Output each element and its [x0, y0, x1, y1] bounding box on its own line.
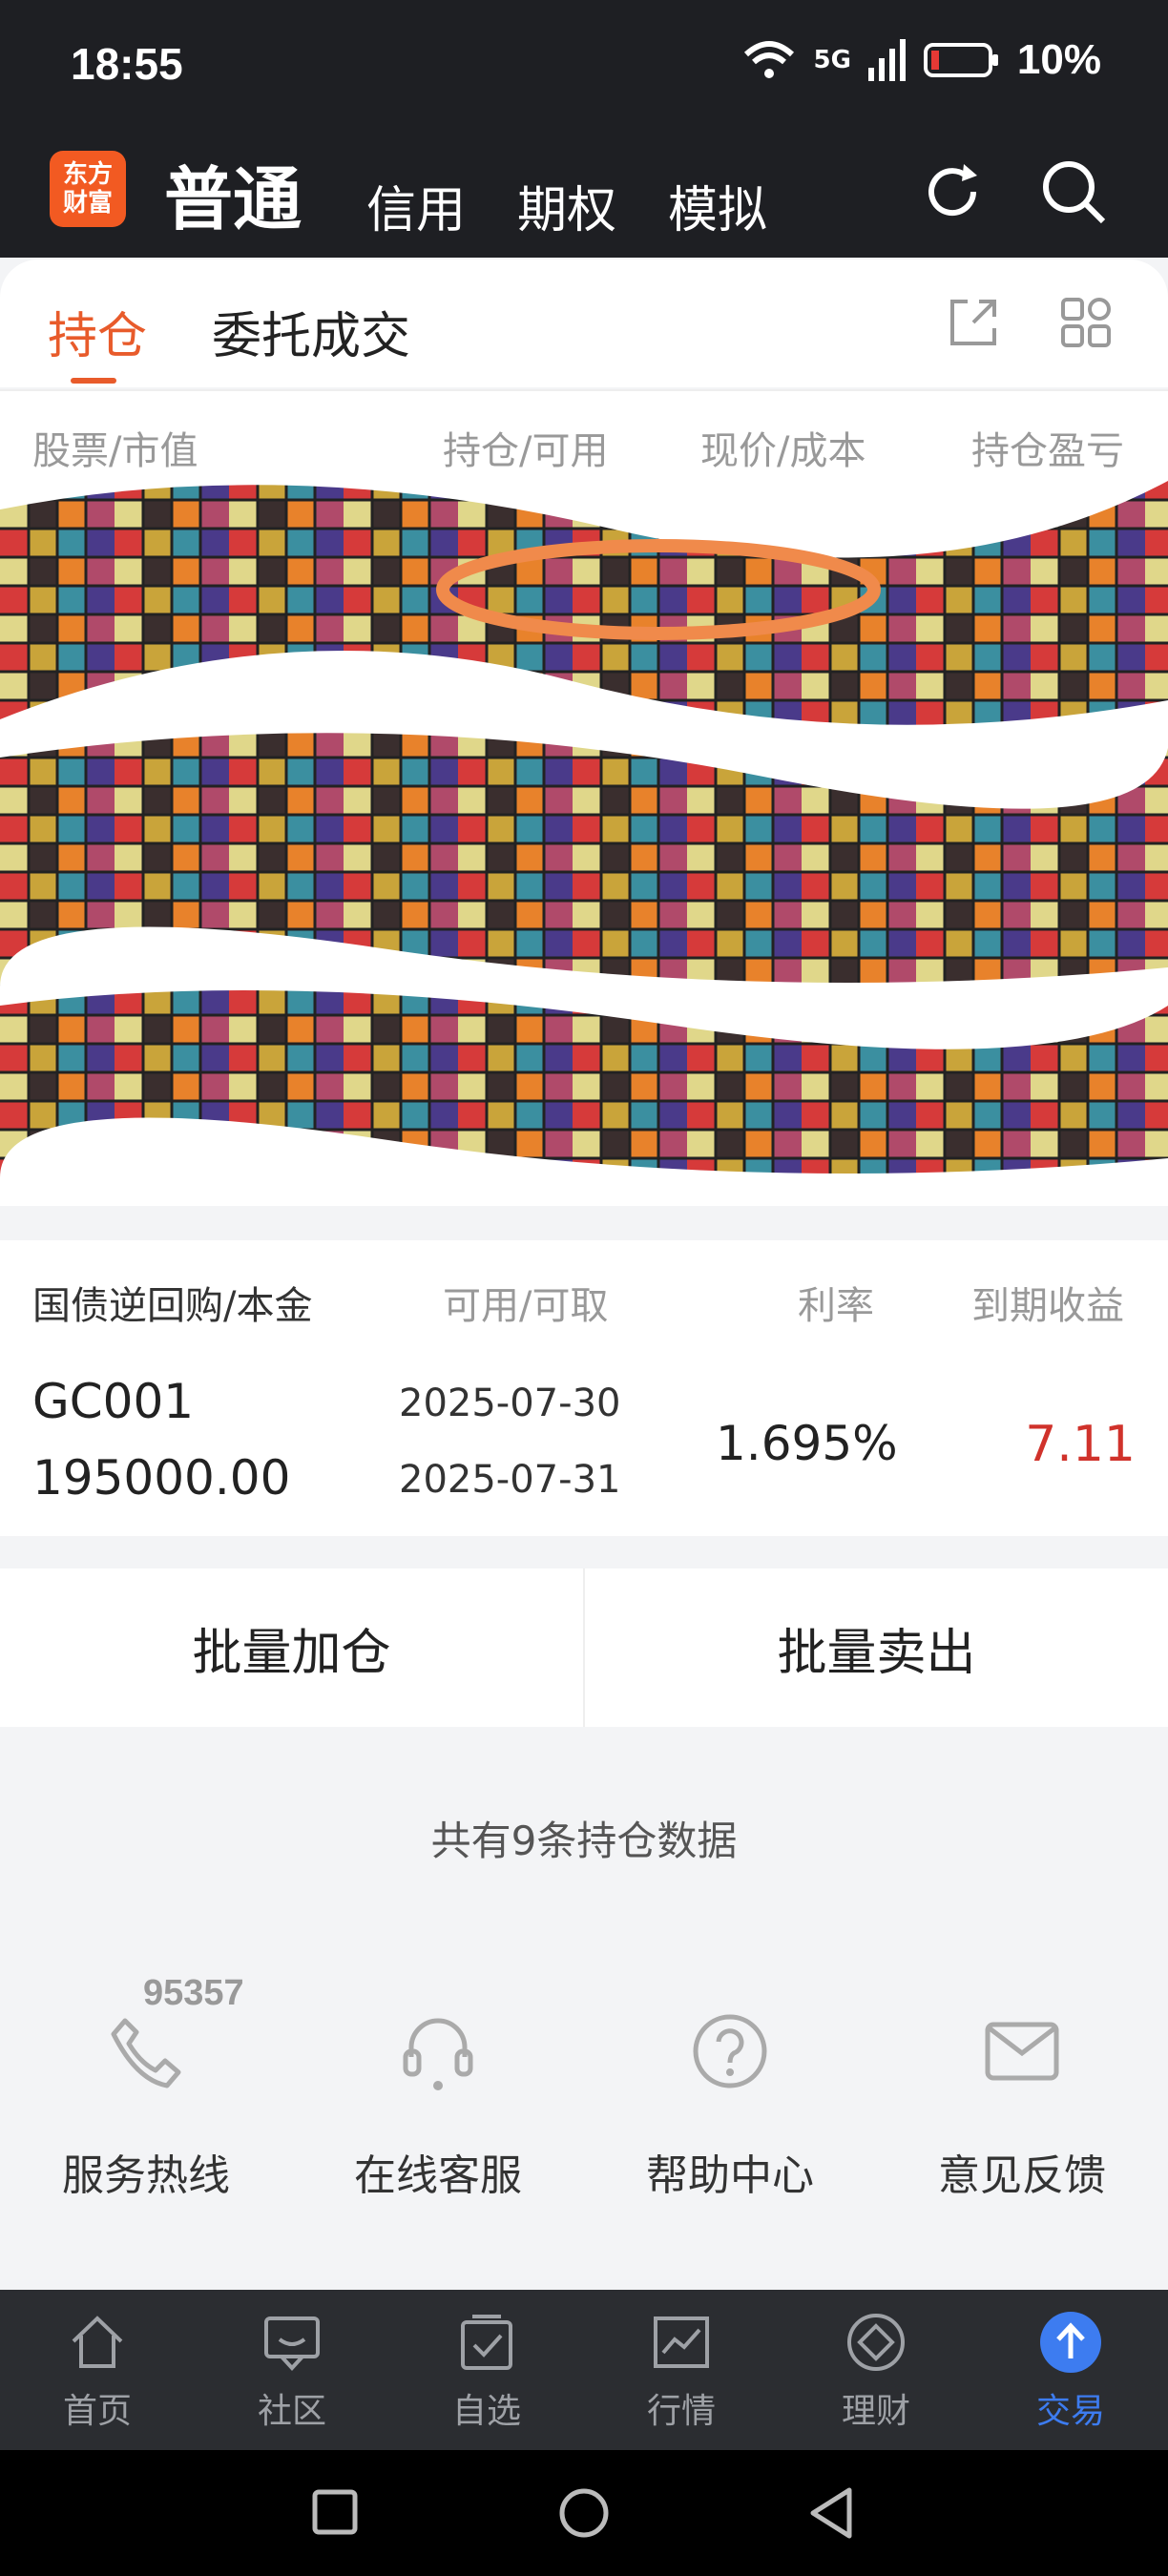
bottom-tab-bar: 首页 社区 自选 行情 理财 交易 [0, 2290, 1168, 2450]
service-feedback[interactable]: 意见反馈 [876, 2004, 1168, 2202]
service-label: 服务热线 [62, 2151, 230, 2200]
batch-actions: 批量加仓 批量卖出 [0, 1568, 1168, 1727]
network-label: 5G [813, 46, 851, 74]
status-bar: 18:55 5G 10% [0, 0, 1168, 134]
service-label: 意见反馈 [938, 2151, 1106, 2200]
col-pnl: 持仓盈亏 [971, 429, 1124, 473]
service-help-center[interactable]: 帮助中心 [584, 2004, 876, 2202]
nav-label: 首页 [62, 2392, 132, 2431]
batch-sell-button[interactable]: 批量卖出 [585, 1568, 1168, 1727]
chart-icon [654, 2316, 709, 2368]
nav-finance[interactable]: 理财 [779, 2290, 973, 2450]
nav-market[interactable]: 行情 [584, 2290, 779, 2450]
batch-buy-button[interactable]: 批量加仓 [0, 1568, 583, 1727]
phone-icon [111, 2018, 181, 2088]
help-icon [693, 2014, 767, 2088]
share-icon[interactable] [945, 294, 1002, 351]
tab-normal[interactable]: 普通 [164, 143, 302, 243]
back-icon[interactable] [807, 2486, 855, 2540]
bond-col-profit: 到期收益 [971, 1284, 1124, 1328]
bond-profit: 7.11 [1025, 1416, 1136, 1473]
home-circle-icon[interactable] [557, 2486, 611, 2540]
col-price: 现价/成本 [700, 429, 866, 473]
diamond-icon [847, 2314, 905, 2371]
signal-icon [867, 39, 906, 81]
wifi-icon [744, 41, 795, 78]
service-hotline[interactable]: 95357 服务热线 [0, 1973, 292, 2202]
battery-percent: 10% [1016, 36, 1101, 83]
tab-credit[interactable]: 信用 [366, 170, 466, 241]
tab-orders[interactable]: 委托成交 [212, 296, 410, 367]
chat-icon [264, 2316, 320, 2371]
nav-watchlist[interactable]: 自选 [389, 2290, 584, 2450]
nav-label: 交易 [1035, 2392, 1105, 2431]
refresh-icon[interactable] [916, 155, 991, 229]
col-position: 持仓/可用 [443, 429, 609, 473]
system-nav-bar [0, 2450, 1168, 2576]
bond-principal: 195000.00 [32, 1450, 291, 1506]
nav-label: 理财 [841, 2392, 910, 2431]
col-stock[interactable]: 股票/市值 [32, 420, 198, 475]
service-online-support[interactable]: 在线客服 [292, 2004, 584, 2202]
app-header: 东方 财富 普通 信用 期权 模拟 [0, 134, 1168, 258]
bond-col-rate: 利率 [798, 1284, 874, 1328]
status-time: 18:55 [71, 39, 183, 89]
tab-holdings[interactable]: 持仓 [48, 296, 147, 367]
status-icons: 5G 10% [742, 36, 1101, 84]
nav-home[interactable]: 首页 [0, 2290, 195, 2450]
mail-icon [985, 2022, 1059, 2081]
hotline-number: 95357 [143, 1973, 244, 2013]
home-icon [72, 2316, 123, 2368]
tab-simulation[interactable]: 模拟 [668, 170, 767, 241]
logo-text-top: 东方 [62, 160, 113, 189]
bond-column-header: 国债逆回购/本金 可用/可取 利率 到期收益 [0, 1240, 1168, 1345]
grid-icon[interactable] [1057, 294, 1115, 351]
redaction-mosaic [0, 481, 1168, 1177]
tab-options[interactable]: 期权 [517, 170, 616, 241]
nav-label: 自选 [451, 2392, 521, 2431]
app-logo: 东方 财富 [50, 151, 126, 227]
bond-date-withdraw: 2025-07-31 [399, 1458, 621, 1502]
bond-rate: 1.695% [716, 1416, 898, 1471]
redacted-holdings-list [0, 471, 1168, 1206]
service-label: 帮助中心 [646, 2151, 814, 2200]
service-label: 在线客服 [354, 2151, 522, 2200]
recent-apps-icon[interactable] [311, 2488, 359, 2536]
trade-up-icon [1040, 2312, 1101, 2373]
bond-col-name: 国债逆回购/本金 [32, 1284, 313, 1328]
bond-col-available: 可用/可取 [443, 1284, 609, 1328]
search-icon[interactable] [1036, 155, 1111, 229]
bond-row[interactable]: GC001 195000.00 2025-07-30 2025-07-31 1.… [0, 1345, 1168, 1536]
content-card: 持仓 委托成交 [0, 260, 1168, 387]
bond-date-available: 2025-07-30 [399, 1381, 621, 1425]
nav-trade[interactable]: 交易 [973, 2290, 1168, 2450]
battery-icon [923, 43, 998, 77]
headset-icon [403, 2018, 473, 2090]
holdings-column-header: 股票/市值 持仓/可用 现价/成本 持仓盈亏 [0, 389, 1168, 473]
holdings-count: 共有9条持仓数据 [430, 1818, 738, 1864]
nav-label: 行情 [646, 2392, 716, 2431]
nav-label: 社区 [257, 2392, 326, 2431]
logo-text-bottom: 财富 [62, 189, 113, 218]
nav-community[interactable]: 社区 [195, 2290, 389, 2450]
active-tab-indicator [71, 378, 116, 384]
checklist-icon [461, 2315, 512, 2370]
bond-code: GC001 [32, 1374, 195, 1429]
